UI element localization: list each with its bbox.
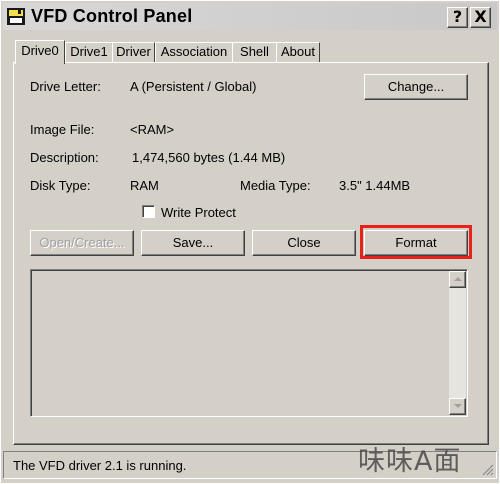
tab-label: Driver [116, 44, 151, 59]
close-window-button[interactable]: X [470, 7, 491, 28]
tab-label: Association [160, 44, 228, 59]
drive0-panel [13, 62, 489, 445]
status-text: The VFD driver 2.1 is running. [13, 458, 187, 473]
tab-label: Drive1 [70, 44, 108, 59]
help-button[interactable]: ? [447, 7, 468, 28]
tab-about[interactable]: About [276, 42, 320, 62]
tab-label: Shell [240, 44, 269, 59]
window-title: VFD Control Panel [31, 6, 193, 26]
tab-drive1[interactable]: Drive1 [65, 42, 113, 62]
title-bar[interactable]: VFD Control Panel ? X [3, 3, 497, 30]
tab-driver[interactable]: Driver [112, 42, 155, 62]
tab-label: Drive0 [21, 43, 59, 58]
tab-drive0[interactable]: Drive0 [15, 40, 65, 64]
app-icon [7, 8, 25, 25]
close-icon: X [474, 7, 487, 26]
resize-grip-icon[interactable] [482, 464, 494, 476]
tab-label: About [281, 44, 315, 59]
tab-shell[interactable]: Shell [232, 42, 277, 62]
help-icon: ? [452, 7, 463, 26]
tab-association[interactable]: Association [155, 42, 233, 62]
vfd-control-panel-window: VFD Control Panel ? X Drive0 Drive1 Driv… [0, 0, 500, 484]
